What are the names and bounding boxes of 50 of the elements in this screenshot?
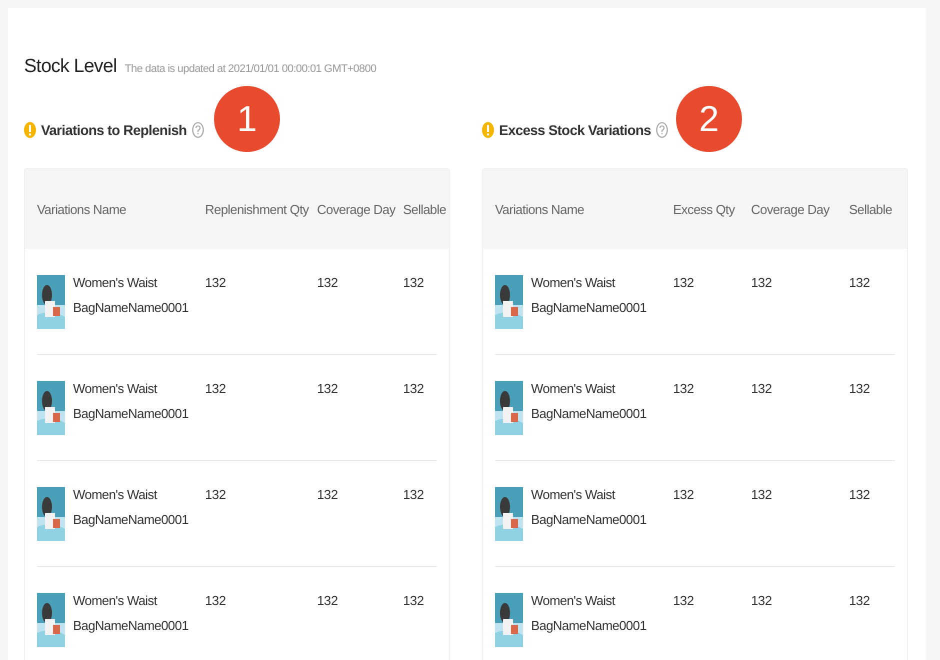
table-cell-text: 132: [673, 487, 695, 502]
warning-icon: [482, 122, 494, 138]
table-cell-text: 132: [403, 275, 425, 290]
table-cell-text: 132: [751, 275, 773, 290]
product-name: Women's Waist BagNameName0001: [73, 592, 190, 635]
product-name: Women's Waist BagNameName0001: [531, 380, 648, 423]
table-cell-text: 132: [751, 593, 773, 608]
table-cell-text: 132: [205, 275, 227, 290]
product-name: Women's Waist BagNameName0001: [73, 274, 190, 317]
product-name: Women's Waist BagNameName0001: [531, 592, 648, 635]
table-cell-text: 132: [317, 487, 339, 502]
column-header: Coverage Day: [317, 202, 397, 216]
table-cell-text: 132: [849, 593, 871, 608]
number-marker: 2: [676, 86, 742, 152]
number-marker: 1: [214, 86, 280, 152]
section-title: Excess Stock Variations: [499, 122, 651, 138]
column-header: Excess Qty: [673, 202, 736, 216]
help-icon[interactable]: [656, 122, 668, 138]
table-cell-text: 132: [751, 381, 773, 396]
product-name: Women's Waist BagNameName0001: [73, 486, 190, 529]
table-cell-text: 132: [673, 593, 695, 608]
table-cell-text: 132: [317, 275, 339, 290]
table-cell-text: 132: [403, 487, 425, 502]
table-cell-text: 132: [673, 275, 695, 290]
table-cell-text: 132: [849, 487, 871, 502]
table-cell-text: 132: [403, 381, 425, 396]
warning-icon: [24, 122, 36, 138]
table-cell-text: 132: [673, 381, 695, 396]
column-header: Replenishment Qty: [205, 202, 310, 216]
table-cell-text: 132: [751, 487, 773, 502]
table-cell-text: 132: [205, 593, 227, 608]
product-name: Women's Waist BagNameName0001: [531, 274, 648, 317]
update-note: The data is updated at 2021/01/01 00:00:01 GMT+0800: [124, 63, 376, 75]
column-header: Sellable: [403, 202, 446, 216]
product-name: Women's Waist BagNameName0001: [531, 486, 648, 529]
help-icon[interactable]: [192, 122, 204, 138]
table-cell-text: 132: [849, 275, 871, 290]
column-header: Sellable: [849, 202, 894, 216]
column-header: Variations Name: [495, 202, 586, 216]
table-cell-text: 132: [317, 593, 339, 608]
table-cell-text: 132: [849, 381, 871, 396]
table-cell-text: 132: [205, 381, 227, 396]
column-header: Variations Name: [37, 202, 128, 216]
table-cell-text: 132: [317, 381, 339, 396]
table-cell-text: 132: [205, 487, 227, 502]
column-header: Coverage Day: [751, 202, 831, 216]
table-cell-text: 132: [403, 593, 425, 608]
product-name: Women's Waist BagNameName0001: [73, 380, 190, 423]
section-title: Variations to Replenish: [41, 122, 187, 138]
page-title: Stock Level: [24, 56, 117, 78]
